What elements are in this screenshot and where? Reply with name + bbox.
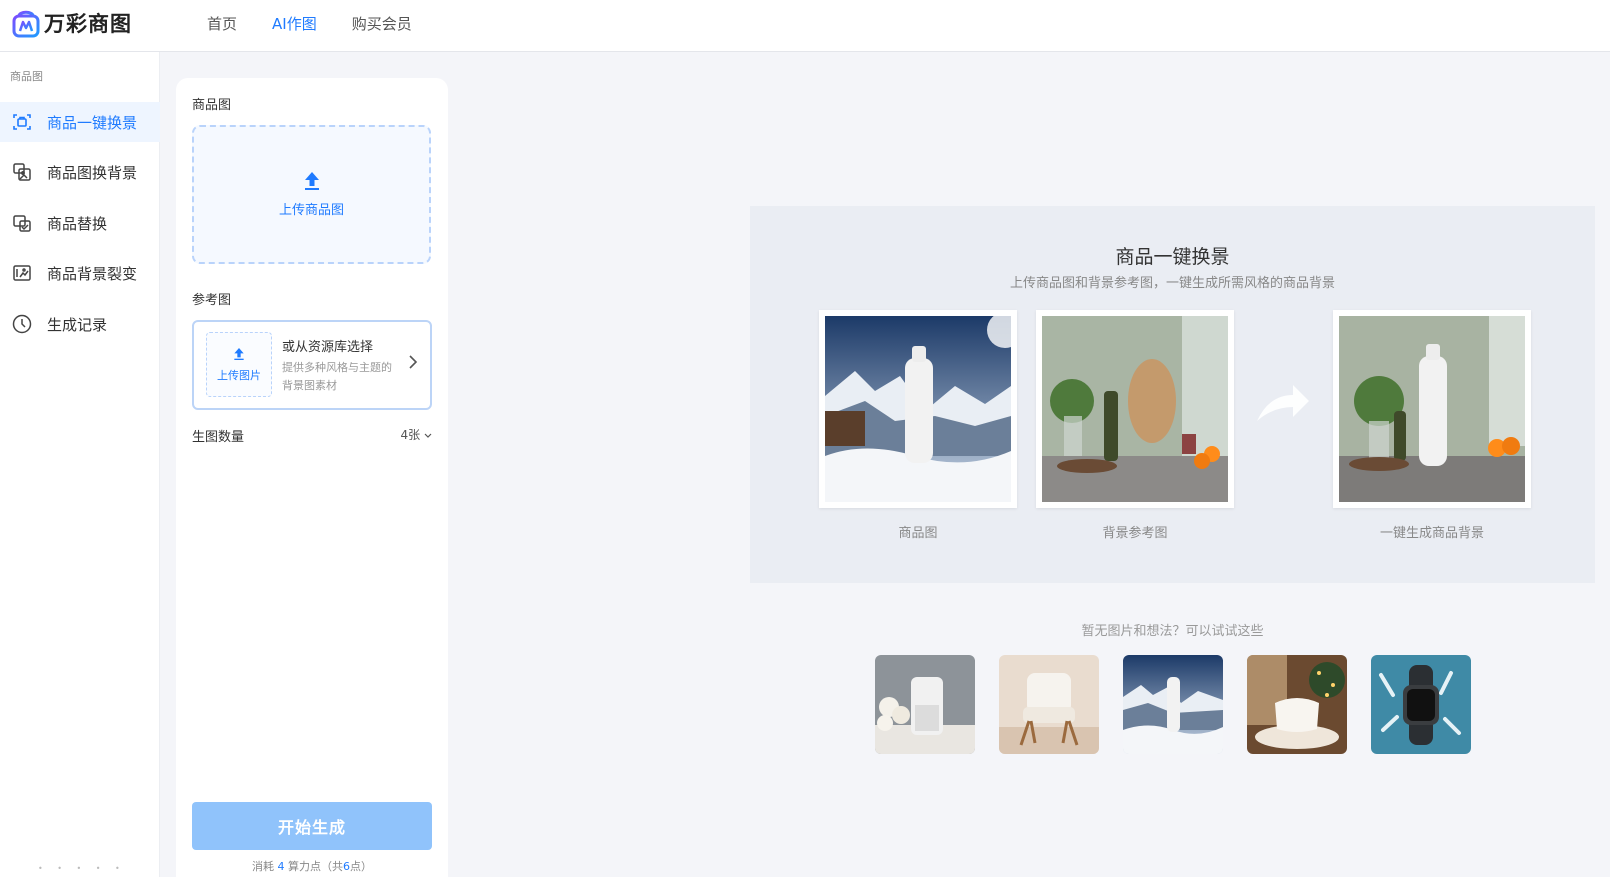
cost-prefix: 消耗: [252, 860, 274, 873]
gallery-icon: [11, 262, 33, 284]
demo-area: 商品一键换景 上传商品图和背景参考图，一键生成所需风格的商品背景 商品图 背景参…: [750, 206, 1595, 583]
humidifier-thumbnail[interactable]: [875, 655, 975, 754]
reference-image-selector[interactable]: 上传图片 或从资源库选择 提供多种风格与主题的背景图素材: [192, 320, 432, 410]
nav-ai-drawing[interactable]: AI作图: [272, 13, 317, 34]
chevron-right-icon: [409, 355, 418, 369]
image-swap-icon: [11, 161, 33, 183]
demo-product-image: [819, 310, 1017, 508]
sidebar-item-label: 生成记录: [47, 315, 108, 334]
sidebar-item-label: 商品图换背景: [47, 163, 138, 182]
upload-product-text: 上传商品图: [278, 203, 344, 218]
image-count-label: 生图数量: [192, 430, 245, 445]
sidebar-item-background-fission[interactable]: 商品背景裂变: [0, 253, 160, 293]
nav-home[interactable]: 首页: [207, 13, 237, 34]
clock-icon: [11, 313, 33, 335]
cost-unit: 算力点: [288, 860, 321, 873]
logo-text: 万彩商图: [44, 12, 132, 36]
nav-membership[interactable]: 购买会员: [352, 13, 412, 34]
bottle-snow-thumbnail[interactable]: [1123, 655, 1223, 754]
top-nav: 首页 AI作图 购买会员: [207, 0, 447, 46]
upload-reference-button[interactable]: 上传图片: [206, 332, 272, 397]
upload-icon: [304, 172, 319, 190]
cost-info: 消耗 4 算力点（共6点）: [176, 858, 448, 874]
reference-image-label: 参考图: [192, 293, 232, 308]
scan-product-icon: [11, 111, 33, 133]
logo[interactable]: 万彩商图: [12, 8, 132, 38]
sidebar: 商品图 商品一键换景 商品图换背景 商品替换 商品背景裂变 生成记录 • • •…: [0, 52, 160, 877]
library-select-desc: 提供多种风格与主题的背景图素材: [282, 361, 392, 392]
suggestions-title: 暂无图片和想法？可以试试这些: [1081, 624, 1264, 639]
arrow-right-icon: [1257, 385, 1309, 421]
pillow-thumbnail[interactable]: [1247, 655, 1347, 754]
cost-total-suffix: 点）: [350, 860, 372, 873]
top-bar: 万彩商图 首页 AI作图 购买会员: [0, 0, 1610, 52]
demo-caption-product: 商品图: [898, 526, 938, 541]
cost-total: 6: [343, 860, 350, 873]
upload-product-dropzone[interactable]: 上传商品图: [192, 125, 431, 264]
demo-subtitle: 上传商品图和背景参考图，一键生成所需风格的商品背景: [1009, 276, 1335, 291]
demo-caption-reference: 背景参考图: [1102, 526, 1168, 541]
demo-title: 商品一键换景: [1115, 246, 1230, 268]
sidebar-item-label: 商品一键换景: [47, 113, 138, 132]
demo-caption-result: 一键生成商品背景: [1379, 526, 1484, 541]
upload-icon: [234, 347, 244, 360]
sidebar-item-label: 商品背景裂变: [47, 264, 138, 283]
image-count-select[interactable]: 4张: [401, 426, 432, 443]
image-count-row: 生图数量 4张: [192, 426, 432, 445]
replace-icon: [11, 212, 33, 234]
demo-reference-image: [1036, 310, 1234, 508]
watch-thumbnail[interactable]: [1371, 655, 1471, 754]
chevron-down-icon: [424, 433, 432, 438]
sidebar-item-history[interactable]: 生成记录: [0, 304, 160, 344]
product-image-label: 商品图: [192, 98, 232, 113]
demo-result-image: [1333, 310, 1531, 508]
cost-total-prefix: （共: [321, 860, 343, 873]
cost-amount: 4: [277, 860, 285, 873]
control-panel: 商品图 上传商品图 参考图 上传图片 或从资源库选择 提供多种风格与主题的背景图…: [176, 78, 448, 877]
sidebar-footer-dots: • • • • •: [38, 864, 126, 873]
sidebar-item-one-click-scene[interactable]: 商品一键换景: [0, 102, 160, 142]
sidebar-item-change-background[interactable]: 商品图换背景: [0, 152, 160, 192]
upload-image-text: 上传图片: [217, 368, 261, 382]
image-count-value: 4张: [400, 428, 421, 442]
sidebar-section-title: 商品图: [10, 70, 43, 83]
logo-icon: [12, 10, 40, 38]
generate-button[interactable]: 开始生成: [192, 802, 432, 850]
sidebar-item-label: 商品替换: [47, 214, 108, 233]
library-select-title: 或从资源库选择: [282, 340, 374, 355]
chair-thumbnail[interactable]: [999, 655, 1099, 754]
sidebar-item-product-replace[interactable]: 商品替换: [0, 203, 160, 243]
